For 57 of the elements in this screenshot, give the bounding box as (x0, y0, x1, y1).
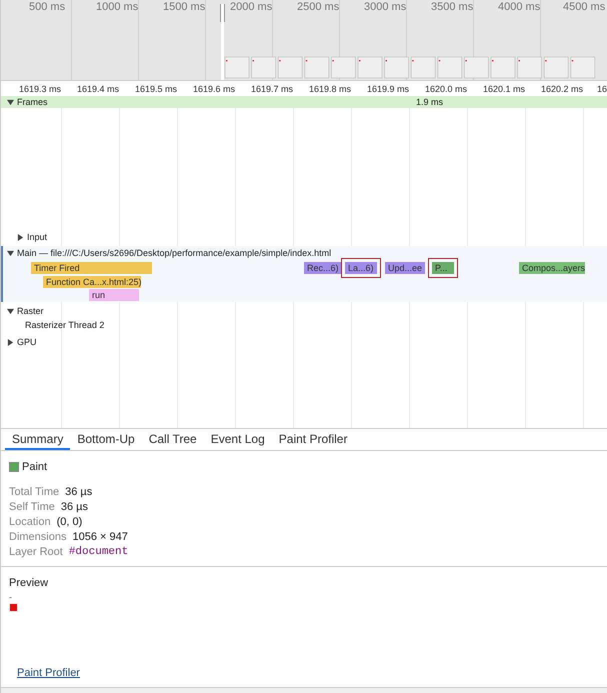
track-label[interactable]: Main — file:///C:/Users/s2696/Desktop/performance/example/simple/index.html (7, 248, 332, 258)
overview-tick: 1500 ms (163, 1, 206, 13)
summary-title: Paint (22, 461, 48, 473)
summary-label: Self Time (9, 501, 55, 513)
summary-value: 36 µs (60, 501, 88, 513)
tab[interactable]: Event Log (204, 429, 272, 450)
summary-label: Location (9, 516, 51, 528)
track-label[interactable]: Raster (7, 306, 44, 316)
expanded-arrow-icon[interactable] (7, 98, 14, 106)
preview-title: Preview (9, 577, 50, 589)
expanded-arrow-icon[interactable] (7, 250, 14, 256)
ruler-tick: 1619.7 ms (251, 84, 294, 94)
ruler-tick: 1619.6 ms (193, 84, 236, 94)
ruler-tick: 1619.9 ms (367, 84, 410, 94)
overview-tick: 2000 ms (230, 1, 272, 13)
overview-tick: 3000 ms (364, 1, 406, 13)
ruler-tick: 1620.1 ms (483, 84, 526, 94)
summary-label: Total Time (9, 486, 60, 498)
overview-tick: 3500 ms (431, 1, 474, 13)
overview-tick: 2500 ms (297, 1, 340, 13)
ruler-tick: 1619.8 ms (309, 84, 352, 94)
flame-event[interactable]: Function Ca...x.html:25) (43, 276, 141, 288)
flame-event[interactable]: run (89, 289, 139, 301)
overview-tick: 1000 ms (96, 1, 138, 13)
track-label[interactable]: GPU (7, 337, 37, 347)
node-link[interactable]: #document (68, 546, 128, 558)
overview-tick: 4000 ms (498, 1, 540, 13)
summary-value: 1056 × 947 (72, 531, 128, 543)
ruler-tick: 1619.5 ms (135, 84, 178, 94)
overview-tick: 4500 ms (563, 1, 606, 13)
preview-caption: - (9, 593, 13, 602)
summary-value: 36 µs (65, 486, 92, 498)
overview-tick: 500 ms (29, 1, 66, 13)
summary-label: Dimensions (9, 531, 66, 543)
frame-duration: 1.9 ms (416, 97, 444, 107)
flame-event[interactable]: Compos...ayers (519, 262, 585, 274)
paint-profiler-link[interactable]: Paint Profiler (17, 667, 80, 679)
ruler-tick: 1619.3 ms (19, 84, 62, 94)
ruler-tick: 1620.0 ms (425, 84, 468, 94)
collapsed-arrow-icon[interactable] (7, 338, 14, 346)
tab[interactable]: Bottom-Up (70, 429, 142, 450)
tab[interactable]: Paint Profiler (272, 429, 354, 450)
collapsed-arrow-icon[interactable] (17, 234, 24, 240)
tab[interactable]: Call Tree (142, 429, 204, 450)
tab[interactable]: Summary (5, 429, 70, 450)
track-label: Rasterizer Thread 2 (25, 320, 104, 330)
track-label[interactable]: Frames (7, 97, 48, 107)
expanded-arrow-icon[interactable] (7, 308, 14, 314)
flame-event[interactable]: Upd...ee (385, 262, 425, 274)
flame-event[interactable]: Rec...6) (304, 262, 341, 274)
ruler-tick: 1619.4 ms (77, 84, 120, 94)
summary-value: (0, 0) (56, 516, 82, 528)
summary-label: Layer Root (9, 546, 63, 558)
ruler-tick: 1620.2 ms (541, 84, 584, 94)
track-label[interactable]: Input (17, 232, 48, 242)
flame-event[interactable]: Timer Fired (31, 262, 152, 274)
ruler-tick: 16 (597, 84, 607, 94)
